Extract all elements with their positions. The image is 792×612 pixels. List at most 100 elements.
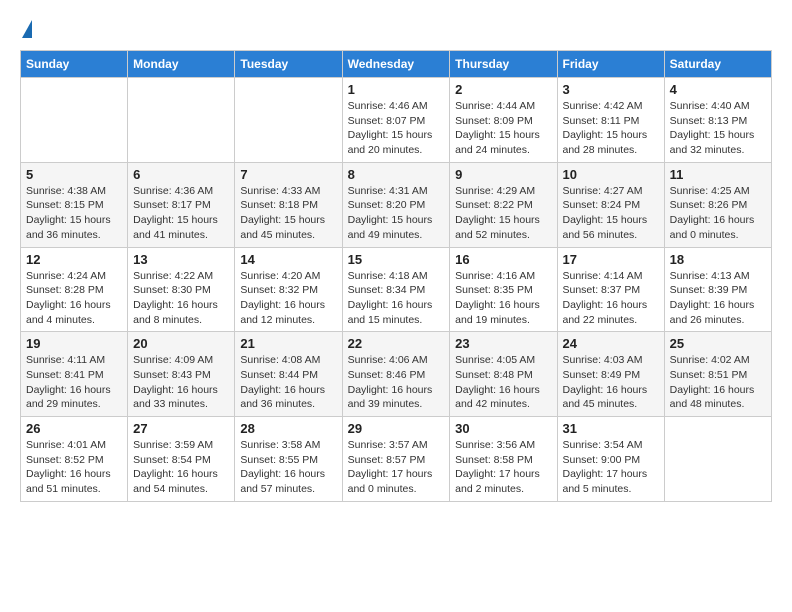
day-info: Sunrise: 4:09 AMSunset: 8:43 PMDaylight:… [133, 353, 229, 412]
day-info: Sunrise: 4:14 AMSunset: 8:37 PMDaylight:… [563, 269, 659, 328]
day-info: Sunrise: 3:54 AMSunset: 9:00 PMDaylight:… [563, 438, 659, 497]
day-info: Sunrise: 4:31 AMSunset: 8:20 PMDaylight:… [348, 184, 445, 243]
calendar-cell: 14 Sunrise: 4:20 AMSunset: 8:32 PMDayligh… [235, 247, 342, 332]
day-number: 23 [455, 336, 551, 351]
day-info: Sunrise: 4:22 AMSunset: 8:30 PMDaylight:… [133, 269, 229, 328]
day-number: 7 [240, 167, 336, 182]
day-number: 4 [670, 82, 766, 97]
day-info: Sunrise: 4:02 AMSunset: 8:51 PMDaylight:… [670, 353, 766, 412]
calendar-week-2: 5Sunrise: 4:38 AMSunset: 8:15 PMDaylight… [21, 162, 772, 247]
day-number: 9 [455, 167, 551, 182]
calendar-week-3: 12Sunrise: 4:24 AMSunset: 8:28 PMDayligh… [21, 247, 772, 332]
day-number: 19 [26, 336, 122, 351]
page-header [20, 20, 772, 40]
day-number: 10 [563, 167, 659, 182]
day-info: Sunrise: 4:33 AMSunset: 8:18 PMDaylight:… [240, 184, 336, 243]
calendar-cell: 21Sunrise: 4:08 AMSunset: 8:44 PMDayligh… [235, 332, 342, 417]
calendar-cell [128, 78, 235, 163]
day-number: 25 [670, 336, 766, 351]
day-info: Sunrise: 4:38 AMSunset: 8:15 PMDaylight:… [26, 184, 122, 243]
calendar-cell: 11 Sunrise: 4:25 AMSunset: 8:26 PMDayligh… [664, 162, 771, 247]
day-info: Sunrise: 4:05 AMSunset: 8:48 PMDaylight:… [455, 353, 551, 412]
calendar-cell [235, 78, 342, 163]
calendar-cell: 17 Sunrise: 4:14 AMSunset: 8:37 PMDayligh… [557, 247, 664, 332]
calendar-cell: 9 Sunrise: 4:29 AMSunset: 8:22 PMDaylight… [450, 162, 557, 247]
day-info: Sunrise: 3:57 AMSunset: 8:57 PMDaylight:… [348, 438, 445, 497]
calendar-week-5: 26 Sunrise: 4:01 AMSunset: 8:52 PMDayligh… [21, 417, 772, 502]
calendar-table: SundayMondayTuesdayWednesdayThursdayFrid… [20, 50, 772, 502]
logo [20, 20, 32, 40]
day-number: 17 [563, 252, 659, 267]
column-header-sunday: Sunday [21, 51, 128, 78]
column-header-friday: Friday [557, 51, 664, 78]
logo-triangle-icon [22, 20, 32, 38]
calendar-cell: 19 Sunrise: 4:11 AMSunset: 8:41 PMDayligh… [21, 332, 128, 417]
calendar-cell: 7 Sunrise: 4:33 AMSunset: 8:18 PMDaylight… [235, 162, 342, 247]
calendar-cell [664, 417, 771, 502]
day-info: Sunrise: 4:44 AMSunset: 8:09 PMDaylight:… [455, 99, 551, 158]
calendar-cell: 27 Sunrise: 3:59 AMSunset: 8:54 PMDayligh… [128, 417, 235, 502]
column-header-wednesday: Wednesday [342, 51, 450, 78]
day-info: Sunrise: 4:40 AMSunset: 8:13 PMDaylight:… [670, 99, 766, 158]
day-info: Sunrise: 3:56 AMSunset: 8:58 PMDaylight:… [455, 438, 551, 497]
calendar-week-4: 19 Sunrise: 4:11 AMSunset: 8:41 PMDayligh… [21, 332, 772, 417]
column-header-thursday: Thursday [450, 51, 557, 78]
day-info: Sunrise: 4:42 AMSunset: 8:11 PMDaylight:… [563, 99, 659, 158]
calendar-cell: 8Sunrise: 4:31 AMSunset: 8:20 PMDaylight… [342, 162, 450, 247]
calendar-cell: 3 Sunrise: 4:42 AMSunset: 8:11 PMDaylight… [557, 78, 664, 163]
day-number: 24 [563, 336, 659, 351]
day-info: Sunrise: 4:29 AMSunset: 8:22 PMDaylight:… [455, 184, 551, 243]
calendar-cell: 12Sunrise: 4:24 AMSunset: 8:28 PMDayligh… [21, 247, 128, 332]
calendar-cell: 29 Sunrise: 3:57 AMSunset: 8:57 PMDayligh… [342, 417, 450, 502]
day-number: 15 [348, 252, 445, 267]
day-number: 28 [240, 421, 336, 436]
day-info: Sunrise: 4:01 AMSunset: 8:52 PMDaylight:… [26, 438, 122, 497]
day-info: Sunrise: 4:46 AMSunset: 8:07 PMDaylight:… [348, 99, 445, 158]
calendar-header-row: SundayMondayTuesdayWednesdayThursdayFrid… [21, 51, 772, 78]
day-number: 22 [348, 336, 445, 351]
day-info: Sunrise: 4:03 AMSunset: 8:49 PMDaylight:… [563, 353, 659, 412]
day-info: Sunrise: 4:18 AMSunset: 8:34 PMDaylight:… [348, 269, 445, 328]
calendar-cell: 22 Sunrise: 4:06 AMSunset: 8:46 PMDayligh… [342, 332, 450, 417]
day-number: 30 [455, 421, 551, 436]
calendar-cell: 26 Sunrise: 4:01 AMSunset: 8:52 PMDayligh… [21, 417, 128, 502]
day-info: Sunrise: 4:20 AMSunset: 8:32 PMDaylight:… [240, 269, 336, 328]
day-info: Sunrise: 4:24 AMSunset: 8:28 PMDaylight:… [26, 269, 122, 328]
day-info: Sunrise: 4:16 AMSunset: 8:35 PMDaylight:… [455, 269, 551, 328]
day-info: Sunrise: 4:13 AMSunset: 8:39 PMDaylight:… [670, 269, 766, 328]
calendar-cell: 31 Sunrise: 3:54 AMSunset: 9:00 PMDayligh… [557, 417, 664, 502]
calendar-cell: 24 Sunrise: 4:03 AMSunset: 8:49 PMDayligh… [557, 332, 664, 417]
calendar-cell: 10 Sunrise: 4:27 AMSunset: 8:24 PMDayligh… [557, 162, 664, 247]
calendar-cell [21, 78, 128, 163]
day-number: 21 [240, 336, 336, 351]
day-info: Sunrise: 4:06 AMSunset: 8:46 PMDaylight:… [348, 353, 445, 412]
day-info: Sunrise: 4:25 AMSunset: 8:26 PMDaylight:… [670, 184, 766, 243]
calendar-week-1: 1 Sunrise: 4:46 AMSunset: 8:07 PMDaylight… [21, 78, 772, 163]
day-number: 27 [133, 421, 229, 436]
calendar-cell: 30 Sunrise: 3:56 AMSunset: 8:58 PMDayligh… [450, 417, 557, 502]
calendar-cell: 20 Sunrise: 4:09 AMSunset: 8:43 PMDayligh… [128, 332, 235, 417]
calendar-cell: 13Sunrise: 4:22 AMSunset: 8:30 PMDayligh… [128, 247, 235, 332]
day-info: Sunrise: 4:11 AMSunset: 8:41 PMDaylight:… [26, 353, 122, 412]
day-number: 29 [348, 421, 445, 436]
day-info: Sunrise: 3:59 AMSunset: 8:54 PMDaylight:… [133, 438, 229, 497]
day-info: Sunrise: 4:27 AMSunset: 8:24 PMDaylight:… [563, 184, 659, 243]
day-number: 3 [563, 82, 659, 97]
column-header-tuesday: Tuesday [235, 51, 342, 78]
calendar-cell: 2 Sunrise: 4:44 AMSunset: 8:09 PMDaylight… [450, 78, 557, 163]
calendar-cell: 15 Sunrise: 4:18 AMSunset: 8:34 PMDayligh… [342, 247, 450, 332]
calendar-cell: 18Sunrise: 4:13 AMSunset: 8:39 PMDayligh… [664, 247, 771, 332]
day-number: 20 [133, 336, 229, 351]
day-number: 31 [563, 421, 659, 436]
day-number: 2 [455, 82, 551, 97]
calendar-cell: 6Sunrise: 4:36 AMSunset: 8:17 PMDaylight… [128, 162, 235, 247]
day-number: 26 [26, 421, 122, 436]
calendar-cell: 5Sunrise: 4:38 AMSunset: 8:15 PMDaylight… [21, 162, 128, 247]
day-info: Sunrise: 3:58 AMSunset: 8:55 PMDaylight:… [240, 438, 336, 497]
calendar-cell: 16Sunrise: 4:16 AMSunset: 8:35 PMDayligh… [450, 247, 557, 332]
day-number: 11 [670, 167, 766, 182]
calendar-cell: 4 Sunrise: 4:40 AMSunset: 8:13 PMDaylight… [664, 78, 771, 163]
day-number: 14 [240, 252, 336, 267]
day-number: 1 [348, 82, 445, 97]
calendar-cell: 1 Sunrise: 4:46 AMSunset: 8:07 PMDaylight… [342, 78, 450, 163]
